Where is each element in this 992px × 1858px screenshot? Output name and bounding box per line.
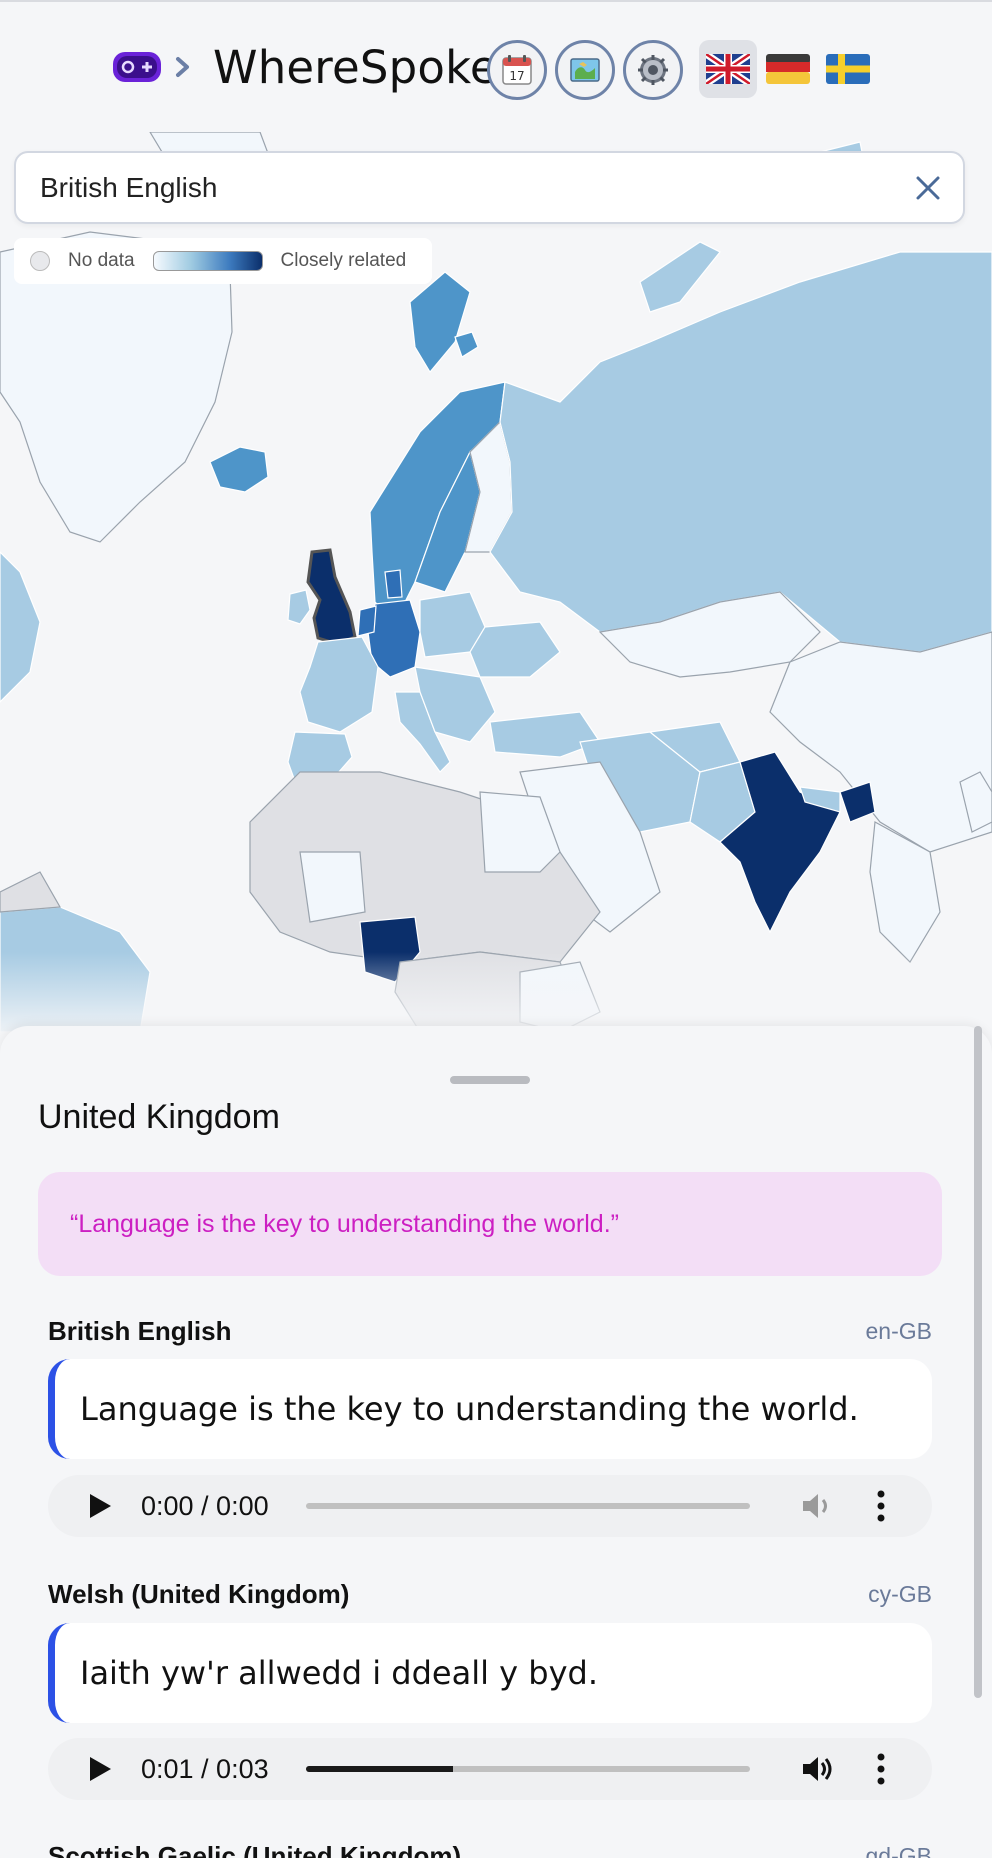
scrollbar[interactable]: [974, 1026, 982, 1698]
app-title: WhereSpoken: [213, 41, 527, 94]
country-details-sheet: United Kingdom “Language is the key to u…: [0, 1026, 992, 1858]
search-input[interactable]: [40, 167, 860, 209]
language-uk-button[interactable]: [699, 40, 757, 98]
language-name: British English: [48, 1316, 232, 1346]
chevron-right-icon: [172, 50, 194, 84]
language-name: Welsh (United Kingdom): [48, 1579, 350, 1609]
country-iceland: [209, 446, 269, 493]
country-canada: [0, 551, 41, 703]
audio-progress[interactable]: [306, 1503, 750, 1509]
legend-gradient: [152, 251, 263, 271]
play-icon[interactable]: [88, 1756, 112, 1782]
settings-button[interactable]: [623, 40, 683, 100]
country-france: [299, 636, 379, 733]
country-united-kingdom: [306, 548, 357, 646]
country-ukraine: [469, 621, 561, 678]
phrase-card: Iaith yw'r allwedd i ddeall y byd.: [48, 1623, 932, 1723]
language-code: cy-GB: [868, 1581, 932, 1607]
calendar-icon: 17: [502, 55, 532, 85]
settings-icon: [638, 55, 668, 85]
header: WhereSpoken 17: [0, 2, 992, 132]
uk-flag-icon: [706, 54, 750, 84]
language-german-button[interactable]: [764, 49, 812, 89]
volume-icon[interactable]: [800, 1753, 834, 1785]
language-code: gd-GB: [865, 1843, 932, 1858]
phrase-card: Language is the key to understanding the…: [48, 1359, 932, 1459]
close-icon[interactable]: [913, 173, 943, 203]
country-bangladesh: [839, 781, 876, 823]
quote-banner: “Language is the key to understanding th…: [38, 1172, 942, 1276]
map-icon: [570, 58, 600, 82]
volume-muted-icon[interactable]: [800, 1490, 834, 1522]
search-box: [14, 151, 965, 224]
language-header: Welsh (United Kingdom) cy-GB: [48, 1579, 932, 1615]
audio-time: 0:01 / 0:03: [141, 1754, 269, 1784]
play-icon[interactable]: [88, 1493, 112, 1519]
legend-related-label: Closely related: [280, 250, 407, 271]
drag-handle[interactable]: [450, 1076, 530, 1084]
germany-flag-icon: [766, 54, 810, 84]
country-title: United Kingdom: [38, 1098, 280, 1136]
country-russia: [489, 251, 992, 653]
map-button[interactable]: [555, 40, 615, 100]
language-name: Scottish Gaelic (United Kingdom): [48, 1841, 462, 1858]
no-data-swatch: [30, 251, 50, 271]
svg-text:17: 17: [509, 69, 524, 83]
sweden-flag-icon: [826, 54, 870, 84]
audio-progress[interactable]: [306, 1766, 750, 1772]
more-options-icon[interactable]: [876, 1752, 886, 1786]
country-denmark: [384, 569, 403, 599]
language-swedish-button[interactable]: [824, 49, 872, 89]
calendar-button[interactable]: 17: [487, 40, 547, 100]
map-legend: No data Closely related: [14, 238, 432, 284]
audio-player[interactable]: 0:01 / 0:03: [48, 1738, 932, 1800]
more-options-icon[interactable]: [876, 1489, 886, 1523]
gamepad-icon[interactable]: [112, 50, 162, 84]
language-code: en-GB: [865, 1318, 932, 1344]
country-svalbard: [409, 271, 471, 374]
audio-player[interactable]: 0:00 / 0:00: [48, 1475, 932, 1537]
country-mali: [299, 851, 366, 923]
legend-no-data-label: No data: [68, 250, 135, 271]
audio-time: 0:00 / 0:00: [141, 1491, 269, 1521]
language-header: Scottish Gaelic (United Kingdom) gd-GB: [48, 1841, 932, 1858]
country-netherlands: [357, 605, 377, 637]
language-header: British English en-GB: [48, 1316, 932, 1352]
country-ireland: [287, 589, 311, 625]
